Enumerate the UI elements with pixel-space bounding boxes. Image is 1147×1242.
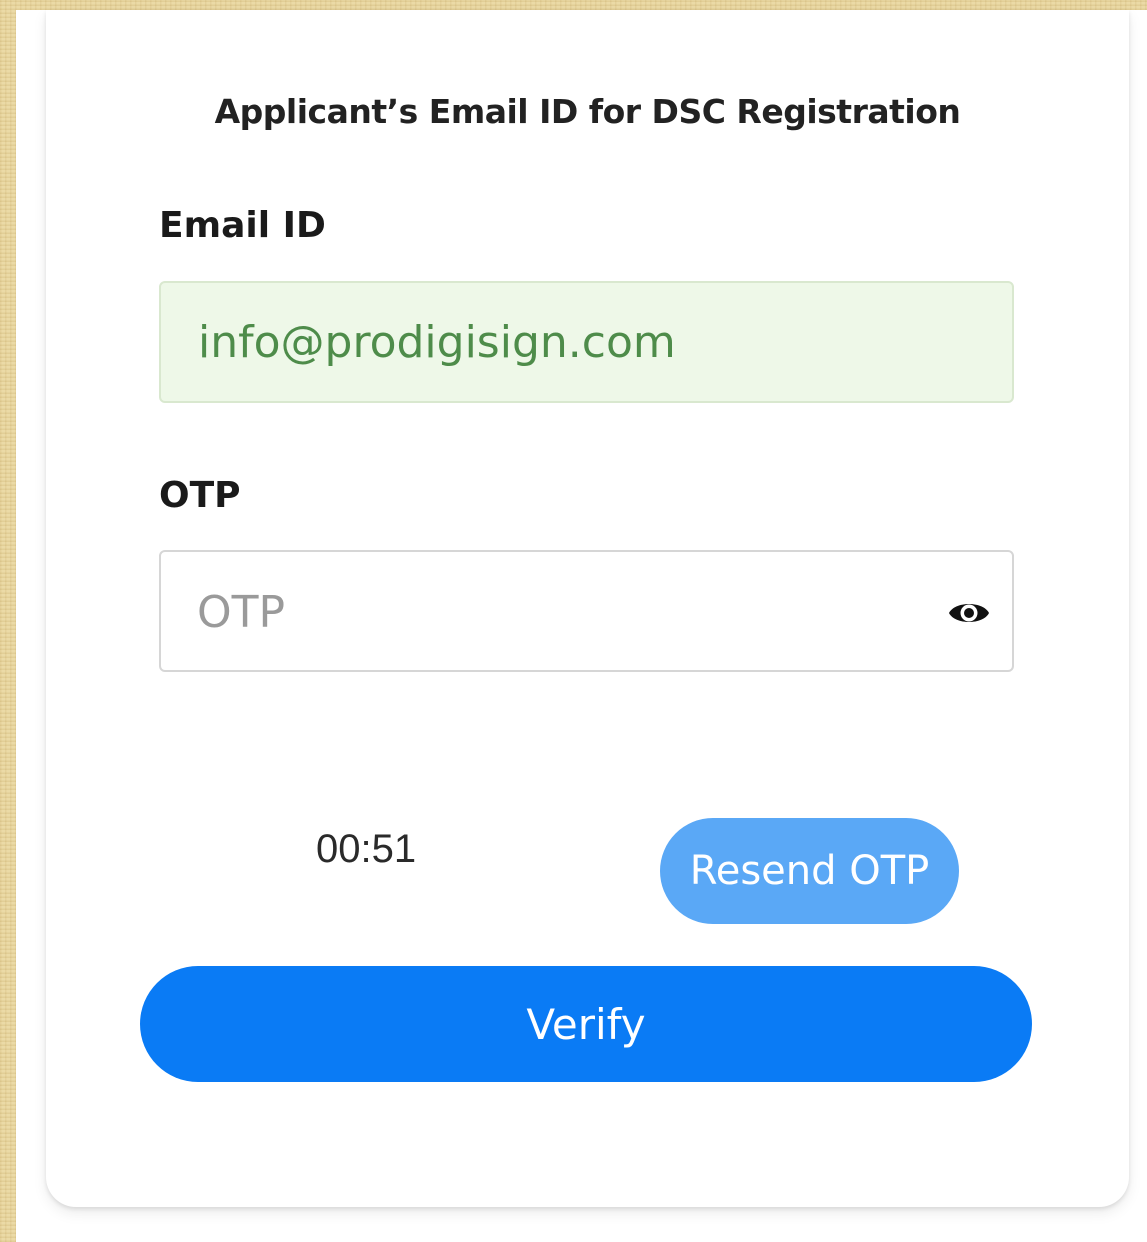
- card-title: Applicant’s Email ID for DSC Registratio…: [214, 92, 961, 131]
- otp-countdown-timer: 00:51: [316, 827, 417, 871]
- email-label: Email ID: [159, 205, 326, 246]
- registration-card: Applicant’s Email ID for DSC Registratio…: [46, 10, 1129, 1207]
- resend-otp-button[interactable]: Resend OTP: [660, 818, 959, 924]
- email-value: info@prodigisign.com: [198, 317, 676, 368]
- verify-button[interactable]: Verify: [140, 966, 1032, 1082]
- otp-label: OTP: [159, 475, 241, 516]
- eye-icon[interactable]: [947, 596, 991, 630]
- page-background-panel: Applicant’s Email ID for DSC Registratio…: [16, 10, 1147, 1242]
- email-field[interactable]: info@prodigisign.com: [159, 281, 1014, 403]
- otp-field[interactable]: [159, 550, 1014, 672]
- otp-input[interactable]: [197, 572, 917, 652]
